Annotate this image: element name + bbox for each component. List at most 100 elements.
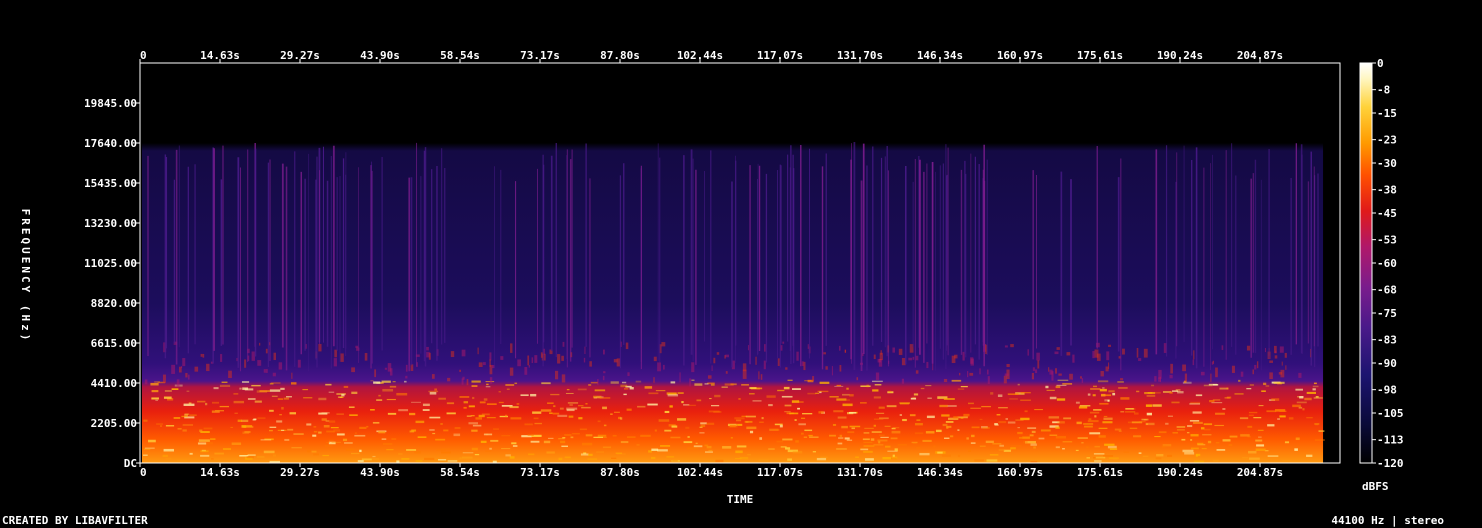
spectral-texture-mark — [1079, 405, 1091, 407]
spectral-texture-mark — [1255, 439, 1263, 442]
spectral-texture-mark — [1055, 435, 1067, 439]
spectral-texture-mark — [349, 414, 358, 416]
spectral-texture-mark — [809, 436, 819, 438]
spectral-texture-mark — [486, 403, 497, 405]
spectral-texture-mark — [1294, 448, 1298, 451]
spectral-texture-mark — [291, 447, 302, 449]
spectral-texture-mark — [372, 421, 380, 424]
spectral-texture-mark — [1022, 436, 1030, 439]
spectral-texture-mark — [1187, 425, 1193, 428]
spectral-texture-mark — [336, 433, 345, 436]
spectral-texture-mark — [1211, 361, 1214, 365]
spectral-texture-mark — [562, 437, 566, 439]
spectral-texture-mark — [1192, 411, 1202, 414]
spectral-texture-mark — [878, 406, 885, 409]
spectral-texture-mark — [1211, 402, 1223, 404]
spectral-texture-mark — [792, 450, 803, 454]
spectral-texture-mark — [162, 374, 166, 384]
spectral-texture-mark — [597, 420, 601, 423]
spectral-texture-mark — [177, 459, 188, 462]
spectral-texture-mark — [546, 451, 555, 454]
spectral-texture-mark — [1034, 409, 1043, 411]
spectral-texture-mark — [966, 437, 969, 440]
spectral-texture-mark — [1154, 376, 1157, 382]
spectral-texture-mark — [182, 429, 187, 432]
spectral-texture-mark — [640, 434, 651, 437]
spectral-texture-mark — [1161, 445, 1166, 448]
spectral-texture-mark — [653, 377, 655, 383]
spectral-texture-mark — [359, 426, 367, 429]
spectral-texture-mark — [163, 448, 175, 452]
spectral-texture-mark — [231, 442, 242, 445]
spectral-texture-mark — [841, 425, 848, 429]
spectral-texture-mark — [1258, 436, 1262, 438]
spectral-texture-mark — [920, 387, 925, 390]
spectral-texture-mark — [1118, 387, 1128, 389]
spectral-texture-mark — [915, 370, 919, 374]
spectral-texture-mark — [417, 436, 427, 438]
spectral-texture-mark — [1004, 373, 1009, 377]
spectral-texture-mark — [552, 412, 560, 415]
spectral-texture-mark — [807, 392, 817, 395]
spectral-texture-mark — [1304, 397, 1312, 401]
x-tick-label: 58.54s — [440, 466, 480, 479]
spectral-texture-mark — [414, 451, 421, 454]
spectral-texture-mark — [1146, 412, 1152, 416]
spectral-texture-mark — [459, 369, 461, 372]
spectral-texture-mark — [953, 416, 959, 419]
spectral-texture-mark — [724, 383, 734, 386]
spectral-texture-mark — [144, 447, 155, 449]
spectral-texture-mark — [1314, 439, 1325, 441]
spectral-texture-mark — [524, 366, 528, 375]
spectral-texture-mark — [1248, 450, 1257, 454]
spectral-texture-mark — [892, 427, 900, 429]
spectral-texture-mark — [957, 454, 961, 458]
spectral-texture-mark — [1090, 388, 1101, 390]
spectral-texture-mark — [891, 430, 901, 434]
spectral-texture-mark — [203, 427, 213, 430]
spectral-texture-mark — [1063, 417, 1072, 420]
spectral-texture-mark — [1240, 371, 1244, 377]
spectral-texture-mark — [359, 449, 362, 453]
spectral-texture-mark — [222, 448, 231, 451]
spectral-texture-mark — [957, 429, 960, 431]
colorbar-tick-label: -30 — [1377, 157, 1397, 170]
spectral-texture-mark — [585, 403, 588, 405]
spectral-texture-mark — [1279, 415, 1286, 418]
spectral-texture-mark — [897, 444, 907, 446]
spectral-texture-mark — [863, 441, 873, 443]
spectral-texture-mark — [200, 353, 203, 357]
spectral-texture-mark — [856, 377, 859, 381]
spectral-texture-mark — [626, 459, 631, 461]
spectral-texture-mark — [974, 459, 984, 462]
spectral-texture-mark — [1138, 358, 1142, 361]
spectral-texture-mark — [212, 401, 220, 404]
spectral-texture-mark — [730, 437, 733, 439]
spectral-texture-mark — [878, 358, 883, 367]
spectral-texture-mark — [997, 394, 1003, 398]
spectral-texture-mark — [447, 460, 458, 462]
spectral-texture-mark — [562, 341, 565, 347]
spectral-texture-mark — [879, 434, 885, 437]
spectral-texture-mark — [802, 413, 813, 415]
spectral-texture-mark — [792, 388, 801, 390]
spectral-texture-mark — [1239, 417, 1249, 420]
spectral-texture-mark — [1169, 392, 1173, 394]
y-tick-label: 2205.00 — [91, 417, 137, 430]
spectral-texture-mark — [1129, 427, 1138, 430]
spectral-texture-mark — [1030, 443, 1037, 446]
spectral-texture-mark — [794, 419, 797, 421]
spectral-texture-mark — [541, 382, 551, 385]
spectral-texture-mark — [777, 389, 785, 392]
spectral-texture-mark — [761, 417, 764, 420]
spectral-texture-mark — [371, 458, 380, 461]
spectral-texture-mark — [1045, 385, 1049, 389]
colorbar-tick-label: -23 — [1377, 134, 1397, 147]
spectral-texture-mark — [289, 412, 297, 415]
spectral-texture-mark — [807, 344, 809, 349]
spectral-texture-mark — [1269, 360, 1273, 363]
spectral-texture-mark — [186, 390, 190, 392]
spectral-texture-mark — [1103, 415, 1108, 417]
spectral-texture-mark — [354, 432, 357, 434]
spectral-texture-mark — [386, 449, 394, 451]
